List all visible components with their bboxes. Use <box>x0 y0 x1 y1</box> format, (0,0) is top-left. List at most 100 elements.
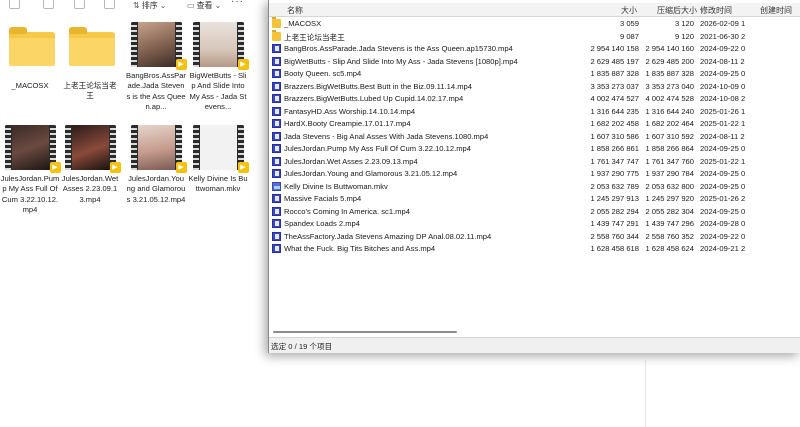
file-size: 1 835 887 328 <box>590 69 639 78</box>
file-name: Jada Stevens - Big Anal Asses With Jada … <box>284 131 489 141</box>
file-row[interactable]: Brazzers.BigWetButts.Best Butt in the Bi… <box>269 81 800 93</box>
file-row[interactable]: Spandex Loads 2.mp4 1 439 747 291 1 439 74… <box>269 218 800 230</box>
grid-item-label: JulesJordan.Young and Glamorous 3.21.05.… <box>126 174 186 204</box>
file-packed-size: 1 858 266 864 <box>645 144 694 153</box>
file-row[interactable]: Booty Queen. sc5.mp4 1 835 887 328 1 835 8… <box>269 68 800 80</box>
grid-item[interactable]: 上老王论坛当老王 <box>60 22 120 102</box>
file-row[interactable]: FantasyHD.Ass Worship.14.10.14.mp4 1 316 … <box>269 106 800 118</box>
file-name: Brazzers.BigWetButts.Best Butt in the Bi… <box>284 81 472 91</box>
file-packed-size: 3 353 273 040 <box>645 81 694 91</box>
video-file-icon <box>272 144 281 153</box>
file-packed-size: 2 053 632 800 <box>645 181 694 191</box>
file-name: FantasyHD.Ass Worship.14.10.14.mp4 <box>284 106 416 116</box>
rename-icon[interactable] <box>74 0 85 9</box>
video-badge-icon: ▶ <box>237 59 249 70</box>
grid-item-label: BigWetButts - Slip And Slide Into My Ass… <box>189 71 247 112</box>
file-row[interactable]: 上老王论坛当老王 9 087 9 120 2021-06-30 2 <box>269 29 800 43</box>
sort-label: 排序 <box>141 1 158 10</box>
file-packed-size: 1 439 747 296 <box>645 219 694 228</box>
grid-item[interactable]: ▶ BangBros.AssParade.Jada Stevens is the… <box>126 22 187 113</box>
background-window-edge <box>645 360 800 427</box>
grid-item[interactable]: _MACOSX <box>0 22 60 91</box>
column-created[interactable]: 创建时间 <box>760 5 792 16</box>
file-row[interactable]: JulesJordan.Young and Glamorous 3.21.05.… <box>269 168 800 180</box>
file-row[interactable]: BigWetButts - Slip And Slide Into My Ass… <box>269 56 800 68</box>
file-row[interactable]: Massive Facials 5.mp4 1 245 297 913 1 245 … <box>269 193 800 205</box>
file-size: 4 002 474 527 <box>590 94 639 103</box>
grid-item-label: BangBros.AssParade.Jada Stevens is the A… <box>126 71 186 112</box>
file-modified: 2024-10-08 2 <box>700 94 746 103</box>
file-modified: 2024-08-11 2 <box>700 131 745 141</box>
grid-item[interactable]: ▶ JulesJordan.Young and Glamorous 3.21.0… <box>126 125 187 205</box>
file-row[interactable]: HardX.Booty Creampie.17.01.17.mp4 1 682 2… <box>269 118 800 130</box>
explorer-toolbar: ⇅ 排序 ⌄ ▭ 查看 ⌄ ··· <box>0 0 270 12</box>
video-file-icon <box>272 244 281 253</box>
view-icon: ▭ <box>187 1 195 10</box>
column-header: 名称 大小 压缩后大小 修改时间 创建时间 <box>269 3 800 17</box>
cut-icon[interactable] <box>9 0 20 9</box>
grid-item[interactable]: ▶ BigWetButts - Slip And Slide Into My A… <box>188 22 249 113</box>
sort-button[interactable]: ⇅ 排序 ⌄ <box>133 0 166 11</box>
delete-icon[interactable] <box>104 0 115 9</box>
video-file-icon <box>272 81 281 91</box>
file-row[interactable]: Brazzers.BigWetButts.Lubed Up Cupid.14.0… <box>269 93 800 105</box>
file-packed-size: 2 629 485 200 <box>645 56 694 66</box>
file-row[interactable]: JulesJordan.Wet Asses 2.23.09.13.mp4 1 76… <box>269 156 800 168</box>
scrollbar-thumb[interactable] <box>273 331 457 333</box>
column-packed-size[interactable]: 压缩后大小 <box>657 5 697 16</box>
file-row[interactable]: What the Fuck. Big Tits Bitches and Ass.… <box>269 243 800 255</box>
video-thumbnail <box>130 22 182 67</box>
grid-item[interactable]: ▶ JulesJordan.Pump My Ass Full Of Cum 3.… <box>0 125 61 216</box>
file-packed-size: 1 628 458 624 <box>645 244 694 253</box>
video-file-icon <box>272 106 281 116</box>
folder-icon <box>272 17 281 28</box>
video-file-icon <box>272 69 281 78</box>
horizontal-scrollbar[interactable] <box>269 323 800 333</box>
file-packed-size: 4 002 474 528 <box>645 94 694 103</box>
grid-item[interactable]: ▶ Kelly Divine Is Buttwoman.mkv <box>188 125 249 195</box>
video-thumbnail <box>4 125 56 170</box>
file-name: JulesJordan.Pump My Ass Full Of Cum 3.22… <box>284 144 471 153</box>
file-name: Booty Queen. sc5.mp4 <box>284 69 362 78</box>
file-size: 3 353 273 037 <box>590 81 639 91</box>
sort-icon: ⇅ <box>133 1 140 10</box>
file-size: 2 954 140 158 <box>590 44 639 53</box>
file-row[interactable]: TheAssFactory.Jada Stevens Amazing DP An… <box>269 231 800 243</box>
file-packed-size: 1 937 290 784 <box>645 169 694 178</box>
file-row[interactable]: BangBros.AssParade.Jada Stevens is the A… <box>269 43 800 55</box>
file-packed-size: 2 558 760 352 <box>645 231 694 241</box>
file-row[interactable]: Jada Stevens - Big Anal Asses With Jada … <box>269 131 800 143</box>
video-file-icon <box>272 206 281 216</box>
file-row[interactable]: Kelly Divine Is Buttwoman.mkv 2 053 632 7… <box>269 181 800 193</box>
file-size: 1 937 290 775 <box>590 169 639 178</box>
column-size[interactable]: 大小 <box>621 5 637 16</box>
file-modified: 2024-09-25 0 <box>700 69 746 78</box>
column-modified[interactable]: 修改时间 <box>700 5 732 16</box>
folder-icon <box>8 27 55 66</box>
file-modified: 2025-01-26 2 <box>700 194 746 203</box>
file-row[interactable]: _MACOSX 3 059 3 120 2026-02-09 1 <box>269 17 800 30</box>
file-name: _MACOSX <box>284 19 322 28</box>
file-packed-size: 1 245 297 920 <box>645 194 694 203</box>
video-file-icon <box>272 194 281 203</box>
file-size: 2 558 760 344 <box>590 231 639 241</box>
video-thumbnail <box>130 125 182 170</box>
file-packed-size: 2 055 282 304 <box>645 206 694 216</box>
video-file-icon <box>272 131 281 141</box>
grid-item-label: Kelly Divine Is Buttwoman.mkv <box>188 174 248 194</box>
file-modified: 2024-09-25 0 <box>700 169 746 178</box>
file-row[interactable]: JulesJordan.Pump My Ass Full Of Cum 3.22… <box>269 143 800 155</box>
video-file-icon <box>272 219 281 228</box>
video-file-icon <box>272 119 281 128</box>
file-packed-size: 1 316 644 240 <box>645 106 694 116</box>
file-name: BangBros.AssParade.Jada Stevens is the A… <box>284 44 513 53</box>
copy-icon[interactable] <box>43 0 54 9</box>
view-button[interactable]: ▭ 查看 ⌄ <box>187 0 221 11</box>
file-size: 1 439 747 291 <box>590 219 639 228</box>
file-row[interactable]: Rocco's Coming In America. sc1.mp4 2 055 … <box>269 206 800 218</box>
grid-item[interactable]: ▶ JulesJordan.Wet Asses 2.23.09.13.mp4 <box>60 125 121 205</box>
column-name[interactable]: 名称 <box>287 5 303 16</box>
grid-item-label: JulesJordan.Wet Asses 2.23.09.13.mp4 <box>61 174 119 204</box>
file-size: 2 629 485 197 <box>590 56 639 66</box>
more-options-button[interactable]: ··· <box>231 0 244 7</box>
